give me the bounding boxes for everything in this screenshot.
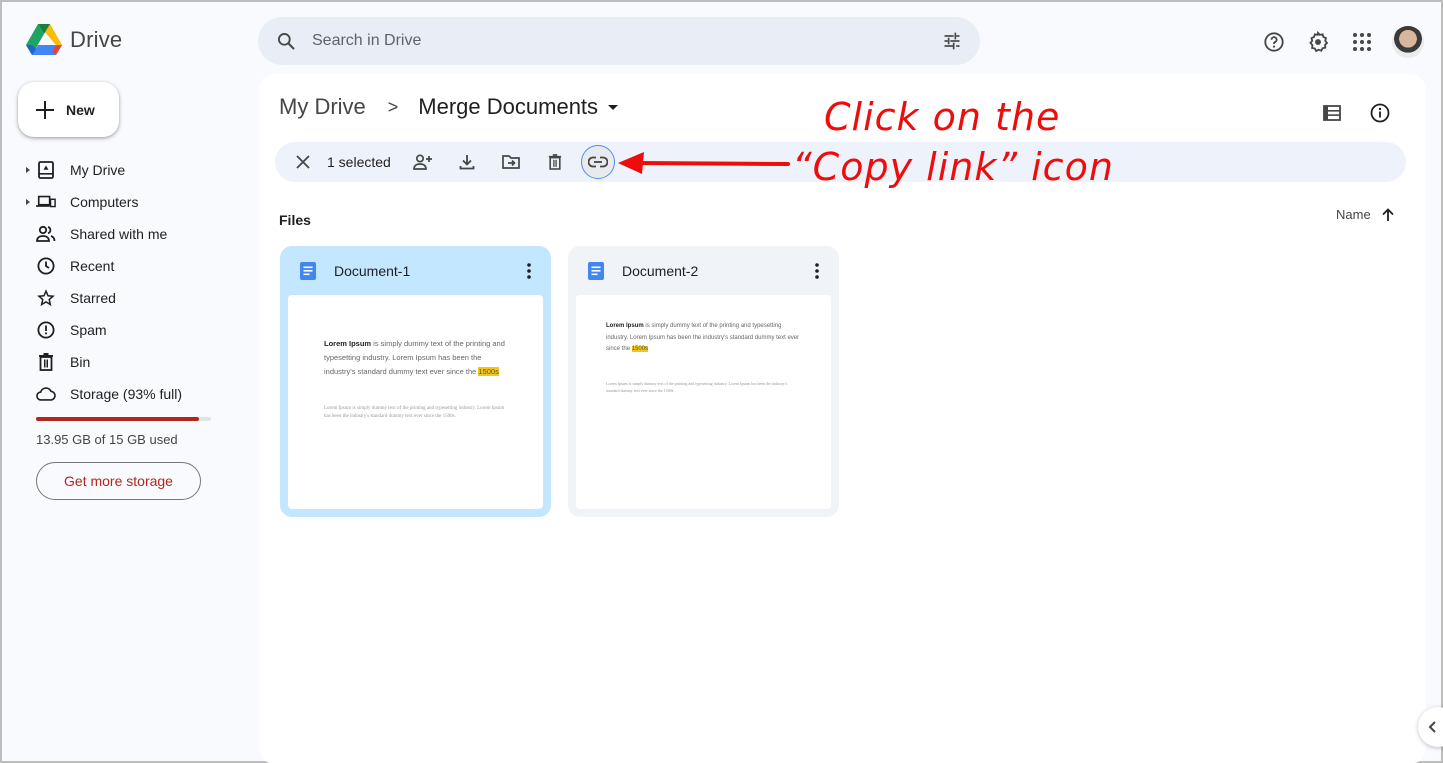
download-icon	[459, 155, 475, 170]
account-button[interactable]	[1388, 22, 1428, 62]
current-folder-name: Merge Documents	[418, 94, 599, 119]
sidebar-item-label: Computers	[70, 194, 139, 210]
file-name: Document-2	[622, 262, 699, 279]
settings-icon	[1309, 31, 1329, 53]
apps-grid-icon	[1353, 33, 1371, 51]
sidebar-item-my-drive[interactable]: My Drive	[18, 154, 242, 186]
search-input[interactable]: Search in Drive	[312, 32, 942, 50]
computers-icon	[36, 192, 56, 212]
delete-button[interactable]	[537, 144, 573, 180]
share-button[interactable]	[405, 144, 441, 180]
clock-icon	[36, 256, 56, 276]
get-more-storage-button[interactable]: Get more storage	[36, 462, 201, 500]
list-view-icon	[1323, 105, 1341, 121]
preview-paragraph: Lorem Ipsum is simply dummy text of the …	[324, 339, 505, 376]
preview-small-text: Lorem Ipsum is simply dummy text of the …	[324, 406, 505, 419]
trash-icon	[36, 352, 56, 372]
sidebar-item-label: Starred	[70, 290, 116, 306]
apps-button[interactable]	[1342, 22, 1382, 62]
sidebar-item-label: Spam	[70, 322, 107, 338]
move-button[interactable]	[493, 144, 529, 180]
more-actions-icon[interactable]	[805, 259, 829, 283]
info-icon	[1370, 103, 1390, 123]
sidebar-item-storage[interactable]: Storage (93% full)	[18, 378, 242, 410]
folder-menu-caret-icon	[608, 104, 619, 110]
breadcrumb-separator-icon: >	[387, 96, 399, 117]
sort-label: Name	[1336, 207, 1371, 222]
google-docs-icon	[588, 261, 604, 280]
trash-icon	[548, 154, 561, 170]
sidebar-item-label: Recent	[70, 258, 115, 274]
clear-selection-button[interactable]	[285, 144, 321, 180]
drive-logo[interactable]: Drive	[26, 24, 122, 56]
arrow-up-icon[interactable]	[1381, 207, 1395, 222]
list-view-button[interactable]	[1312, 93, 1352, 133]
sidebar-item-label: My Drive	[70, 162, 126, 178]
google-docs-icon	[300, 261, 316, 280]
sidebar-item-shared-with-me[interactable]: Shared with me	[18, 218, 242, 250]
new-label: New	[66, 101, 95, 118]
help-button[interactable]	[1254, 22, 1294, 62]
move-to-folder-icon	[501, 155, 520, 169]
storage-usage-text: 13.95 GB of 15 GB used	[36, 432, 178, 447]
sidebar-nav: My Drive Computers Shared with me Recent…	[18, 154, 242, 410]
file-card-document-2[interactable]: Document-2 Lorem Ipsum is simply dummy t…	[568, 246, 839, 517]
breadcrumb: My Drive > Merge Documents	[279, 94, 619, 120]
file-preview-thumbnail[interactable]: Lorem Ipsum is simply dummy text of the …	[576, 295, 831, 509]
expand-caret-icon[interactable]	[26, 167, 30, 173]
sidebar-item-label: Shared with me	[70, 226, 168, 242]
sidebar-item-starred[interactable]: Starred	[18, 282, 242, 314]
add-person-icon	[412, 154, 432, 170]
shared-icon	[36, 224, 56, 244]
help-icon	[1264, 32, 1284, 52]
search-icon[interactable]	[276, 31, 296, 51]
sidebar-item-label: Storage (93% full)	[70, 386, 183, 402]
close-icon	[296, 155, 310, 169]
star-icon	[36, 288, 56, 308]
drive-logo-icon	[26, 24, 62, 55]
app-name: Drive	[70, 27, 123, 52]
sidebar-item-recent[interactable]: Recent	[18, 250, 242, 282]
avatar	[1392, 26, 1424, 58]
file-card-document-1[interactable]: Document-1 Lorem Ipsum is simply dummy t…	[280, 246, 551, 517]
download-button[interactable]	[449, 144, 485, 180]
new-button[interactable]: New	[18, 82, 119, 137]
copy-link-button[interactable]	[580, 145, 615, 179]
annotation-line-1: Click on the	[824, 95, 1061, 139]
search-bar[interactable]: Search in Drive	[258, 17, 980, 65]
expand-caret-icon[interactable]	[26, 199, 30, 205]
cloud-icon	[36, 384, 56, 404]
file-name: Document-1	[334, 262, 411, 279]
sidebar-item-label: Bin	[70, 354, 91, 370]
preview-small-text: Lorem Ipsum is simply dummy text of the …	[606, 381, 788, 393]
my-drive-icon	[36, 160, 56, 180]
search-options-icon[interactable]	[942, 31, 962, 51]
more-actions-icon[interactable]	[517, 259, 541, 283]
annotation-arrow	[618, 152, 790, 174]
view-controls	[1312, 93, 1400, 133]
files-section-heading: Files	[279, 212, 311, 228]
sidebar-item-spam[interactable]: Spam	[18, 314, 242, 346]
sidebar-item-bin[interactable]: Bin	[18, 346, 242, 378]
selection-count: 1 selected	[327, 154, 391, 170]
details-button[interactable]	[1360, 93, 1400, 133]
sidebar-item-computers[interactable]: Computers	[18, 186, 242, 218]
chevron-left-icon	[1428, 721, 1436, 733]
sort-control[interactable]: Name	[1336, 207, 1395, 222]
storage-usage-fill	[36, 417, 199, 421]
spam-icon	[36, 320, 56, 340]
plus-icon	[36, 100, 54, 119]
annotation-line-2: “Copy link” icon	[792, 145, 1114, 189]
breadcrumb-current-folder[interactable]: Merge Documents	[418, 94, 619, 120]
link-icon	[587, 156, 608, 168]
breadcrumb-root[interactable]: My Drive	[279, 94, 366, 120]
preview-paragraph: Lorem Ipsum is simply dummy text of the …	[606, 323, 800, 352]
settings-button[interactable]	[1298, 22, 1338, 62]
storage-usage-bar	[36, 417, 211, 421]
file-preview-thumbnail[interactable]: Lorem Ipsum is simply dummy text of the …	[288, 295, 543, 509]
